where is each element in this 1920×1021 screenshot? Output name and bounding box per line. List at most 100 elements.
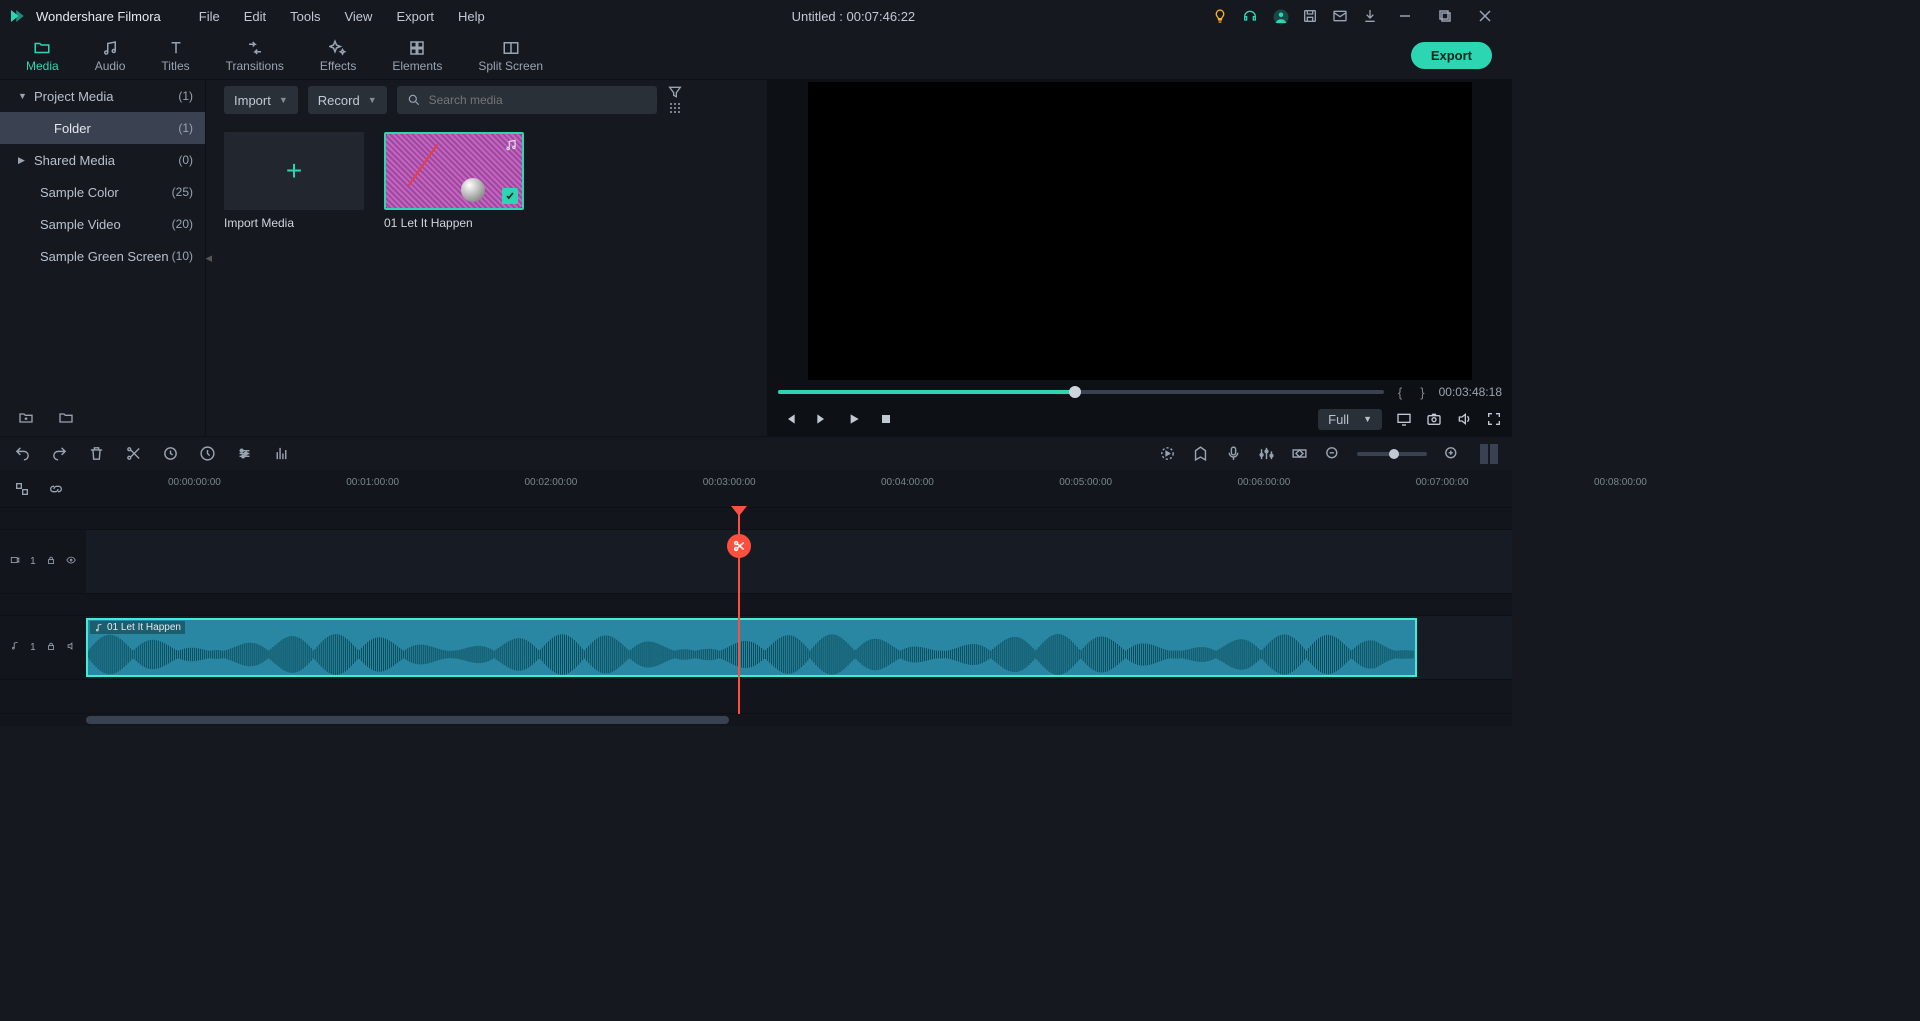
stop-button[interactable]: [878, 411, 894, 427]
grid-view-icon[interactable]: [667, 100, 683, 116]
crop-icon[interactable]: [162, 445, 179, 462]
sidebar-item-count: (10): [172, 249, 193, 263]
redo-icon[interactable]: [51, 445, 68, 462]
zoom-fit-icon[interactable]: [1480, 444, 1498, 464]
used-check-icon: [502, 188, 518, 204]
mute-icon[interactable]: [66, 641, 76, 654]
playhead[interactable]: [738, 508, 740, 714]
sidebar-item-label: Sample Green Screen: [40, 249, 172, 264]
tip-icon[interactable]: [1212, 8, 1228, 24]
preview-quality-selector[interactable]: Full ▼: [1318, 409, 1382, 430]
window-maximize[interactable]: [1432, 3, 1458, 29]
zoom-slider[interactable]: [1357, 452, 1427, 456]
timeline-scrollbar[interactable]: [86, 716, 729, 724]
tab-split-screen[interactable]: Split Screen: [460, 35, 561, 77]
add-folder-icon[interactable]: [18, 410, 34, 426]
menu-tools[interactable]: Tools: [280, 5, 330, 28]
folder-nav-icon[interactable]: [58, 410, 74, 426]
zoom-out-icon[interactable]: [1324, 445, 1341, 462]
sidebar-item-label: Sample Video: [40, 217, 172, 232]
tab-label: Audio: [95, 59, 126, 73]
headphones-icon[interactable]: [1242, 8, 1258, 24]
media-clip-label: 01 Let It Happen: [384, 216, 524, 230]
window-minimize[interactable]: [1392, 3, 1418, 29]
tab-transitions[interactable]: Transitions: [208, 35, 302, 77]
menu-export[interactable]: Export: [386, 5, 444, 28]
media-clip-thumb[interactable]: [384, 132, 524, 210]
menu-help[interactable]: Help: [448, 5, 495, 28]
speed-icon[interactable]: [199, 445, 216, 462]
audio-track-icon: [10, 641, 20, 654]
tab-effects[interactable]: Effects: [302, 35, 374, 77]
import-label: Import: [234, 93, 271, 108]
window-close[interactable]: [1472, 3, 1498, 29]
sidebar-item-folder[interactable]: Folder (1): [0, 112, 205, 144]
split-icon[interactable]: [125, 445, 142, 462]
prev-frame-button[interactable]: [782, 411, 798, 427]
voiceover-icon[interactable]: [1225, 445, 1242, 462]
timeline-snap-icon[interactable]: [14, 481, 30, 497]
chevron-down-icon: ▼: [18, 91, 28, 101]
import-media-label: Import Media: [224, 216, 364, 230]
link-icon[interactable]: [48, 481, 64, 497]
music-icon: [101, 39, 119, 57]
timeline-ruler[interactable]: 00:00:00:0000:01:00:0000:02:00:0000:03:0…: [168, 477, 1512, 501]
audio-clip[interactable]: 01 Let It Happen: [86, 618, 1417, 677]
marker-icon[interactable]: [1192, 445, 1209, 462]
mail-icon[interactable]: [1332, 8, 1348, 24]
keyframe-icon[interactable]: [1291, 445, 1308, 462]
tab-elements[interactable]: Elements: [374, 35, 460, 77]
zoom-in-icon[interactable]: [1443, 445, 1460, 462]
zoom-knob[interactable]: [1389, 449, 1399, 459]
sidebar-item-sample-green[interactable]: Sample Green Screen (10): [0, 240, 205, 272]
menu-edit[interactable]: Edit: [234, 5, 276, 28]
audio-track[interactable]: 1 01 Let It Happen: [0, 616, 1512, 680]
menu-view[interactable]: View: [334, 5, 382, 28]
export-button[interactable]: Export: [1411, 42, 1492, 69]
lock-icon[interactable]: [46, 555, 56, 568]
fullscreen-icon[interactable]: [1486, 411, 1502, 427]
download-icon[interactable]: [1362, 8, 1378, 24]
split-playhead-icon[interactable]: [727, 534, 751, 558]
save-icon[interactable]: [1302, 8, 1318, 24]
mark-in-icon[interactable]: {: [1394, 385, 1406, 400]
sidebar-item-shared-media[interactable]: ▶ Shared Media (0): [0, 144, 205, 176]
filter-icon[interactable]: [667, 84, 683, 100]
sidebar-item-sample-color[interactable]: Sample Color (25): [0, 176, 205, 208]
seek-knob[interactable]: [1069, 386, 1081, 398]
effects-icon: [329, 39, 347, 57]
tab-media[interactable]: Media: [8, 35, 77, 77]
snapshot-icon[interactable]: [1426, 411, 1442, 427]
menu-file[interactable]: File: [189, 5, 230, 28]
display-icon[interactable]: [1396, 411, 1412, 427]
split-icon: [502, 39, 520, 57]
tab-titles[interactable]: Titles: [143, 35, 207, 77]
search-input[interactable]: [429, 93, 647, 107]
mark-out-icon[interactable]: }: [1416, 385, 1428, 400]
undo-icon[interactable]: [14, 445, 31, 462]
preview-seek-slider[interactable]: [778, 390, 1384, 394]
color-icon[interactable]: [236, 445, 253, 462]
tab-label: Media: [26, 59, 59, 73]
import-dropdown[interactable]: Import ▼: [224, 86, 298, 114]
render-icon[interactable]: [1159, 445, 1176, 462]
tab-label: Transitions: [226, 59, 284, 73]
sidebar-item-project-media[interactable]: ▼ Project Media (1): [0, 80, 205, 112]
eye-icon[interactable]: [66, 555, 76, 568]
play-button[interactable]: [846, 411, 862, 427]
video-track[interactable]: 1: [0, 530, 1512, 594]
waveform: [88, 634, 1415, 675]
sidebar-item-count: (25): [172, 185, 193, 199]
next-frame-button[interactable]: [814, 411, 830, 427]
tab-audio[interactable]: Audio: [77, 35, 144, 77]
lock-icon[interactable]: [46, 641, 56, 654]
record-dropdown[interactable]: Record ▼: [308, 86, 387, 114]
import-media-thumb[interactable]: +: [224, 132, 364, 210]
mixer-icon[interactable]: [1258, 445, 1275, 462]
video-track-icon: [10, 555, 20, 568]
sidebar-item-sample-video[interactable]: Sample Video (20): [0, 208, 205, 240]
account-icon[interactable]: [1272, 8, 1288, 24]
audio-adjust-icon[interactable]: [273, 445, 290, 462]
delete-icon[interactable]: [88, 445, 105, 462]
volume-icon[interactable]: [1456, 411, 1472, 427]
